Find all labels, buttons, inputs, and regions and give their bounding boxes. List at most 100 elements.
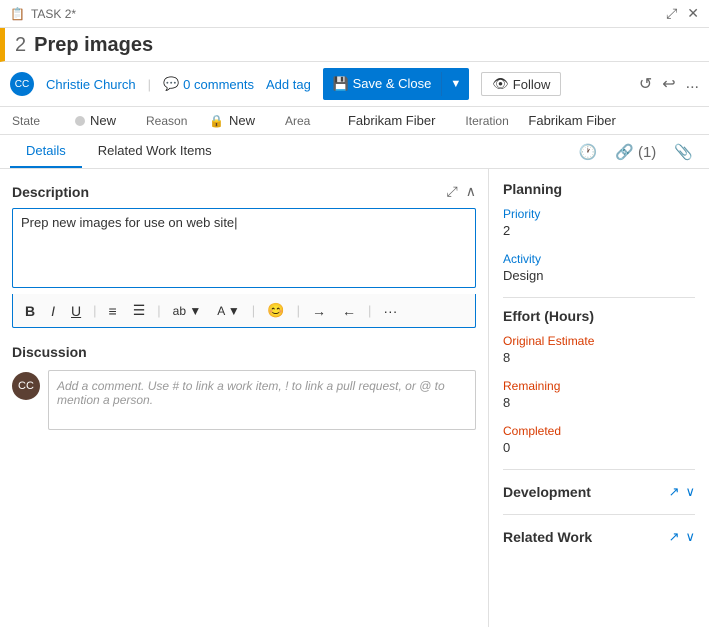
page-title: Prep images bbox=[34, 34, 153, 57]
original-estimate-label: Original Estimate bbox=[503, 334, 695, 348]
development-title: Development bbox=[503, 484, 591, 500]
related-work-expand-icon[interactable]: ↗ bbox=[669, 529, 680, 545]
planning-title: Planning bbox=[503, 181, 695, 197]
underline-button[interactable]: U bbox=[67, 301, 85, 321]
completed-value[interactable]: 0 bbox=[503, 440, 695, 455]
close-icon[interactable]: ✕ bbox=[687, 5, 699, 22]
avatar: CC bbox=[10, 72, 34, 96]
activity-field: Activity Design bbox=[503, 252, 695, 283]
reason-value[interactable]: 🔒 New bbox=[209, 113, 255, 128]
format-toolbar: B I U | ≡ ☰ | ab ▼ A ▼ | 😊 | → ← | ··· bbox=[12, 294, 476, 328]
state-field: State New bbox=[12, 113, 116, 128]
iteration-value[interactable]: Fabrikam Fiber bbox=[528, 113, 615, 128]
align-left-button[interactable]: ≡ bbox=[105, 301, 121, 321]
development-divider bbox=[503, 514, 695, 515]
more-icon[interactable]: ... bbox=[686, 75, 699, 93]
tab-related-work-items[interactable]: Related Work Items bbox=[82, 135, 228, 168]
priority-field: Priority 2 bbox=[503, 207, 695, 238]
add-tag-button[interactable]: Add tag bbox=[266, 77, 311, 92]
original-estimate-field: Original Estimate 8 bbox=[503, 334, 695, 365]
more-format-button[interactable]: ··· bbox=[379, 301, 401, 321]
font-color-button[interactable]: A ▼ bbox=[213, 302, 244, 320]
left-panel: Description ⤢ ∧ Prep new images for use … bbox=[0, 169, 489, 627]
attachments-icon[interactable]: 📎 bbox=[668, 137, 699, 167]
state-dot bbox=[75, 116, 85, 126]
follow-label: Follow bbox=[513, 77, 551, 92]
activity-label: Activity bbox=[503, 252, 695, 266]
list-button[interactable]: ☰ bbox=[129, 300, 150, 321]
bold-button[interactable]: B bbox=[21, 301, 39, 321]
iteration-field: Iteration Fabrikam Fiber bbox=[465, 113, 615, 128]
save-close-button[interactable]: 💾 Save & Close ▼ bbox=[323, 68, 469, 100]
comments-count: 0 comments bbox=[183, 77, 254, 92]
user-name[interactable]: Christie Church bbox=[46, 77, 136, 92]
reason-label: Reason bbox=[146, 114, 201, 128]
development-section[interactable]: Development ↗ ∨ bbox=[503, 480, 695, 504]
discussion-title: Discussion bbox=[12, 344, 476, 360]
priority-value[interactable]: 2 bbox=[503, 223, 695, 238]
description-text: Prep new images for use on web site| bbox=[21, 215, 238, 230]
description-section-icons: ⤢ ∧ bbox=[447, 183, 476, 200]
area-value[interactable]: Fabrikam Fiber bbox=[348, 113, 435, 128]
description-expand-icon[interactable]: ⤢ bbox=[447, 183, 458, 200]
completed-field: Completed 0 bbox=[503, 424, 695, 455]
state-text: New bbox=[90, 113, 116, 128]
title-bar-right: ⤢ ✕ bbox=[666, 5, 699, 22]
title-bar: 📋 TASK 2* ⤢ ✕ bbox=[0, 0, 709, 28]
task-number: 2 bbox=[15, 34, 26, 57]
discussion-input-area: CC Add a comment. Use # to link a work i… bbox=[12, 370, 476, 430]
tabs: Details Related Work Items 🕐 🔗 (1) 📎 bbox=[0, 135, 709, 169]
related-work-title: Related Work bbox=[503, 529, 592, 545]
history-icon[interactable]: 🕐 bbox=[572, 137, 603, 167]
content: Description ⤢ ∧ Prep new images for use … bbox=[0, 169, 709, 627]
area-label: Area bbox=[285, 114, 340, 128]
reason-text: New bbox=[229, 113, 255, 128]
completed-label: Completed bbox=[503, 424, 695, 438]
remaining-value[interactable]: 8 bbox=[503, 395, 695, 410]
highlight-button[interactable]: ab ▼ bbox=[169, 302, 206, 320]
discussion-textarea[interactable]: Add a comment. Use # to link a work item… bbox=[48, 370, 476, 430]
reason-field: Reason 🔒 New bbox=[146, 113, 255, 128]
indent-button[interactable]: → bbox=[308, 301, 330, 321]
development-expand-icon[interactable]: ↗ bbox=[669, 484, 680, 500]
italic-button[interactable]: I bbox=[47, 301, 59, 321]
activity-value[interactable]: Design bbox=[503, 268, 695, 283]
toolbar: CC Christie Church | 💬 0 comments Add ta… bbox=[0, 62, 709, 107]
effort-title: Effort (Hours) bbox=[503, 308, 695, 324]
discussion-avatar: CC bbox=[12, 372, 40, 400]
emoji-button[interactable]: 😊 bbox=[263, 300, 288, 321]
planning-divider bbox=[503, 297, 695, 298]
follow-button[interactable]: 👁 Follow bbox=[481, 72, 561, 96]
comments-button[interactable]: 💬 0 comments bbox=[163, 76, 254, 92]
area-field: Area Fabrikam Fiber bbox=[285, 113, 435, 128]
remaining-label: Remaining bbox=[503, 379, 695, 393]
related-work-section[interactable]: Related Work ↗ ∨ bbox=[503, 525, 695, 549]
comment-icon: 💬 bbox=[163, 76, 179, 92]
state-value[interactable]: New bbox=[75, 113, 116, 128]
right-panel: Planning Priority 2 Activity Design Effo… bbox=[489, 169, 709, 627]
refresh-icon[interactable]: ↺ bbox=[639, 74, 652, 94]
tab-icons: 🕐 🔗 (1) 📎 bbox=[572, 137, 709, 167]
expand-icon[interactable]: ⤢ bbox=[666, 5, 677, 22]
tab-details[interactable]: Details bbox=[10, 135, 82, 168]
related-work-collapse-icon[interactable]: ∨ bbox=[685, 529, 695, 545]
related-work-icons: ↗ ∨ bbox=[669, 529, 695, 545]
description-section-header: Description ⤢ ∧ bbox=[12, 183, 476, 200]
task-label: TASK 2* bbox=[31, 7, 76, 21]
description-title: Description bbox=[12, 184, 89, 200]
development-icons: ↗ ∨ bbox=[669, 484, 695, 500]
effort-divider bbox=[503, 469, 695, 470]
eye-icon: 👁 bbox=[492, 76, 509, 92]
priority-label: Priority bbox=[503, 207, 695, 221]
undo-icon[interactable]: ↩ bbox=[662, 74, 675, 94]
original-estimate-value[interactable]: 8 bbox=[503, 350, 695, 365]
save-close-dropdown-arrow[interactable]: ▼ bbox=[442, 74, 469, 94]
task-icon: 📋 bbox=[10, 7, 25, 21]
description-collapse-icon[interactable]: ∧ bbox=[466, 183, 476, 200]
links-icon[interactable]: 🔗 (1) bbox=[609, 137, 662, 167]
development-collapse-icon[interactable]: ∨ bbox=[685, 484, 695, 500]
save-close-label: 💾 Save & Close bbox=[323, 72, 443, 96]
title-bar-left: 📋 TASK 2* bbox=[10, 7, 76, 21]
outdent-button[interactable]: ← bbox=[338, 301, 360, 321]
description-editor[interactable]: Prep new images for use on web site| bbox=[12, 208, 476, 288]
